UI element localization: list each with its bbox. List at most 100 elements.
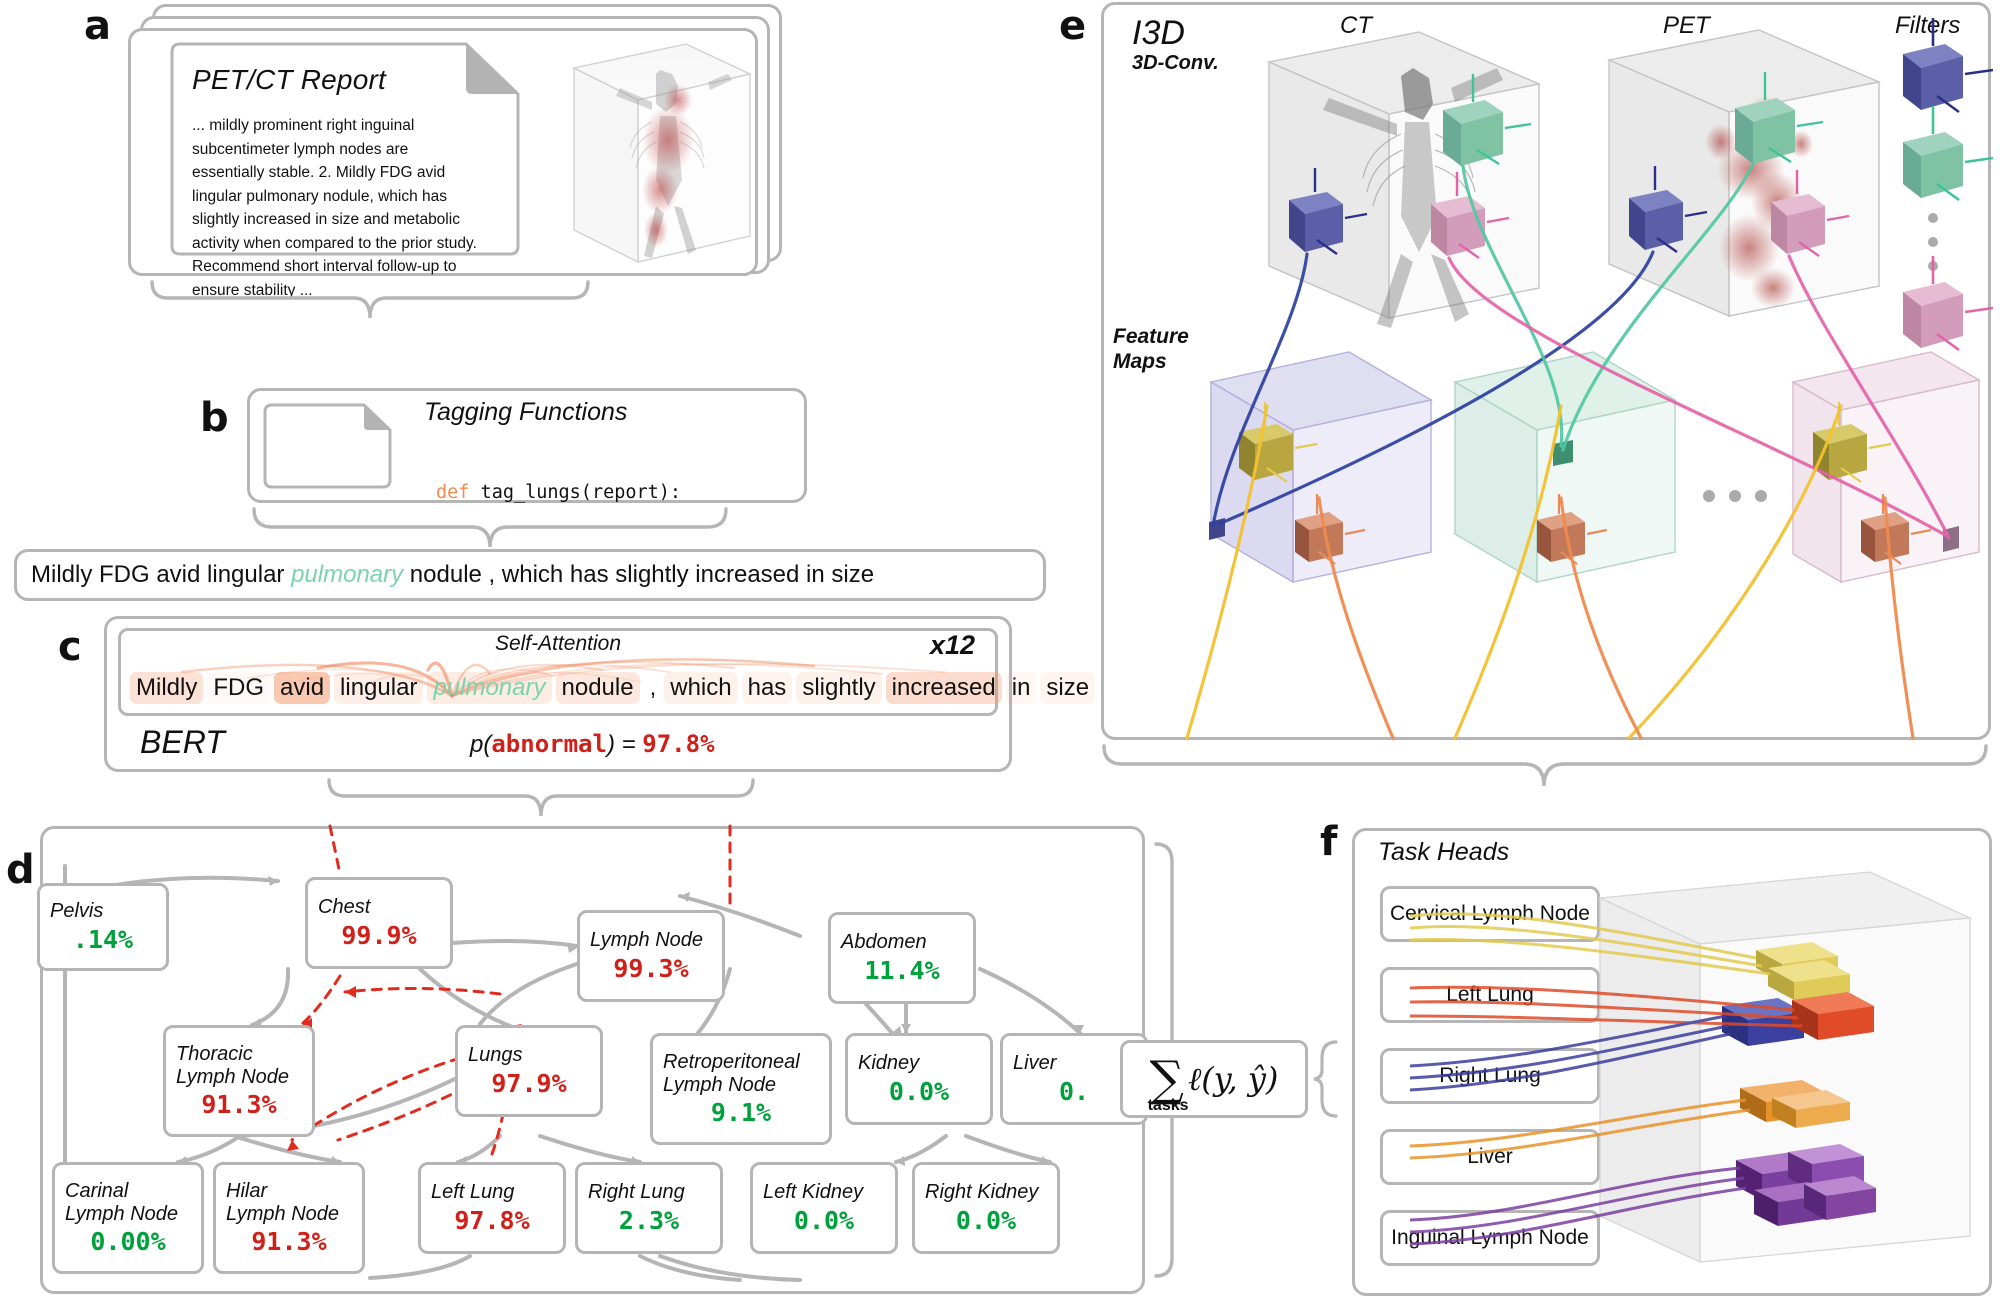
hierarchy-node-label: Liver [1013, 1052, 1057, 1075]
hierarchy-node-label: Thoracic [176, 1043, 253, 1066]
panel-label-a: a [84, 3, 111, 49]
hierarchy-node-label: Lymph Node [65, 1202, 179, 1225]
sentence-before: Mildly FDG avid lingular [31, 561, 292, 588]
filter-legend-blue [1903, 18, 1994, 114]
hierarchy-node-pelvis[interactable]: Pelvis .14% [37, 883, 169, 971]
hierarchy-node-retroper[interactable]: Retroperitoneal Lymph Node 9.1% [650, 1033, 832, 1145]
code-sig: tag_lungs(report): [469, 481, 682, 503]
attention-token: in [1005, 672, 1037, 704]
hierarchy-node-value: 9.1% [710, 1097, 772, 1127]
attention-token: , [649, 674, 657, 701]
filter-legend-green [1903, 106, 1994, 202]
hierarchy-node-lungs[interactable]: Lungs 97.9% [455, 1025, 603, 1117]
hierarchy-node-value: 0.0% [793, 1205, 855, 1235]
hierarchy-node-rightkid[interactable]: Right Kidney 0.0% [912, 1162, 1060, 1254]
sentence-tag-pulmonary: pulmonary [291, 561, 404, 588]
feature-map-pink [1791, 351, 1981, 584]
feature-map-blue [1209, 351, 1433, 584]
hierarchy-node-label: Retroperitoneal [663, 1051, 800, 1074]
prob-value: 97.8% [642, 730, 715, 758]
brace-loss-right [1312, 1040, 1342, 1123]
hierarchy-node-leftkid[interactable]: Left Kidney 0.0% [750, 1162, 898, 1254]
hierarchy-node-label: Carinal [65, 1180, 129, 1203]
attention-token: lingular [334, 672, 424, 704]
feature-map-ellipsis [1703, 490, 1767, 502]
attention-token: nodule [555, 672, 640, 704]
hierarchy-node-label: Left Lung [431, 1181, 515, 1204]
attention-token: avid [274, 672, 331, 704]
attention-token: size [1040, 672, 1096, 704]
filter-legend-pink [1903, 256, 1994, 352]
tagging-doc-icon [260, 400, 400, 492]
attention-token: Mildly [130, 672, 204, 704]
prob-mid: ) = [606, 731, 643, 758]
hierarchy-node-thoracic[interactable]: Thoracic Lymph Node 91.3% [163, 1025, 315, 1137]
loss-expression: ℓ(y, ŷ) [1187, 1060, 1279, 1098]
hierarchy-node-hilar[interactable]: Hilar Lymph Node 91.3% [213, 1162, 365, 1274]
hierarchy-node-label: Pelvis [50, 900, 104, 923]
panel-label-d: d [6, 847, 35, 893]
sentence-after: nodule , which has slightly increased in… [403, 561, 875, 588]
loss-subscript: tasks [1147, 1097, 1189, 1114]
ct-volume-box [1266, 31, 1542, 328]
hierarchy-node-lymph[interactable]: Lymph Node 99.3% [577, 910, 725, 1002]
report-body: ... mildly prominent right inguinal subc… [192, 117, 477, 299]
hierarchy-node-value: 97.8% [454, 1205, 530, 1235]
attention-token-row: Mildly FDG avid lingular pulmonary nodule, whi… [130, 672, 1096, 704]
hierarchy-node-leftlung[interactable]: Left Lung 97.8% [418, 1162, 566, 1254]
hierarchy-node-value: 0.0% [955, 1205, 1017, 1235]
hierarchy-node-value: 99.3% [613, 953, 689, 983]
report-title: PET/CT Report [192, 64, 386, 95]
hierarchy-node-value: 0.00% [90, 1226, 166, 1256]
report-page: PET/CT Report ... mildly prominent right… [166, 38, 524, 299]
hierarchy-node-value: 2.3% [618, 1205, 680, 1235]
hierarchy-node-label: Hilar [226, 1180, 268, 1203]
attention-token: increased [885, 672, 1002, 704]
attention-token: FDG [207, 672, 271, 704]
code-line-1: def tag_lungs(report): [436, 481, 748, 505]
hierarchy-node-value: 97.9% [491, 1068, 567, 1098]
hierarchy-node-abdomen[interactable]: Abdomen 11.4% [828, 912, 976, 1004]
hierarchy-node-chest[interactable]: Chest 99.9% [305, 877, 453, 969]
hierarchy-node-rightlung[interactable]: Right Lung 2.3% [575, 1162, 723, 1254]
attention-token: which [664, 672, 738, 704]
hierarchy-node-kidney[interactable]: Kidney 0.0% [845, 1033, 993, 1125]
brace-a-to-b [148, 276, 590, 327]
hierarchy-node-value: 99.9% [341, 920, 417, 950]
i3d-diagram [1101, 2, 1994, 745]
tagging-title: Tagging Functions [424, 398, 628, 426]
hierarchy-node-label: Abdomen [841, 931, 927, 954]
bert-label: BERT [140, 724, 225, 760]
brace-c-to-d [325, 776, 755, 825]
hierarchy-node-label: Chest [318, 896, 371, 919]
hierarchy-node-label: Right Kidney [925, 1181, 1039, 1204]
tagged-sentence-box: Mildly FDG avid lingular pulmonary nodul… [14, 549, 1046, 601]
loss-formula: ∑ tasks ℓ(y, ŷ) [1120, 1040, 1308, 1118]
hierarchy-node-label: Lymph Node [590, 929, 704, 952]
hierarchy-node-label: Lymph Node [176, 1065, 290, 1088]
panel-label-b: b [200, 395, 229, 441]
prob-label-abnormal: abnormal [491, 730, 607, 758]
hierarchy-node-label: Kidney [858, 1052, 920, 1075]
task-heads-title: Task Heads [1378, 838, 1510, 866]
hierarchy-node-label: Right Lung [588, 1181, 685, 1204]
hierarchy-node-value: 11.4% [864, 955, 940, 985]
hierarchy-node-carinal[interactable]: Carinal Lymph Node 0.00% [52, 1162, 204, 1274]
panel-label-f: f [1320, 819, 1338, 865]
hierarchy-node-value: 0.0% [888, 1076, 950, 1106]
ct-volume-thumbnail [560, 30, 760, 270]
brace-e-to-f [1100, 742, 1992, 797]
pet-volume-box [1606, 29, 1882, 318]
hierarchy-node-label: Lymph Node [663, 1073, 777, 1096]
code-keyword-def: def [436, 481, 470, 503]
hierarchy-node-label: Left Kidney [763, 1181, 864, 1204]
task-output-volume [1409, 860, 1980, 1285]
attention-token: pulmonary [427, 672, 552, 704]
hierarchy-node-label: Lungs [468, 1044, 523, 1067]
hierarchy-node-label: Lymph Node [226, 1202, 340, 1225]
panel-label-c: c [58, 624, 82, 670]
panel-label-e: e [1059, 3, 1087, 49]
prob-prefix: p( [470, 731, 492, 758]
hierarchy-node-value: 91.3% [201, 1089, 277, 1119]
attention-token: slightly [796, 672, 882, 704]
